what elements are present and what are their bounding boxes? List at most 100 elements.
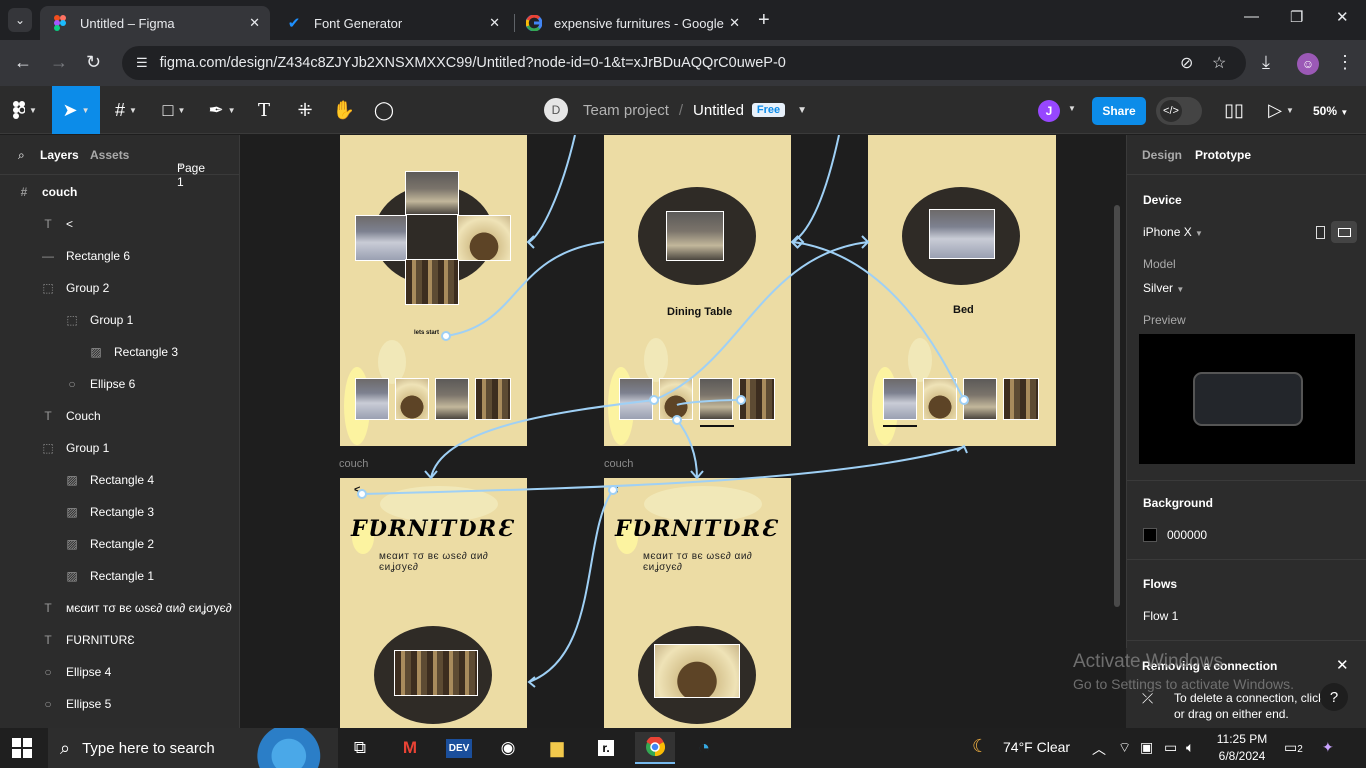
frame-tool-button[interactable]: # ▼ [106,86,146,134]
edge-icon[interactable]: ◔ [684,732,724,764]
layer-row[interactable]: # couch [0,176,240,208]
notification-icon[interactable]: ▭2 [1284,739,1303,756]
forward-arrow-icon[interactable]: → [50,52,68,72]
checkmark-favicon-icon: ✔ [287,15,301,32]
weather-text[interactable]: 74°F Clear [1003,739,1070,755]
layer-row[interactable]: ⬚ Group 2 [0,272,240,304]
windows-start-icon[interactable] [12,738,32,758]
weather-moon-icon[interactable]: ☾ [972,736,988,757]
download-icon[interactable]: ⤓ [1262,52,1270,72]
tab-assets[interactable]: Assets [90,148,129,162]
present-play-icon[interactable]: ▷ ▼ [1266,86,1296,134]
tab-font-generator[interactable]: ✔ Font Generator ✕ [274,6,510,40]
background-hex[interactable]: 000000 [1167,528,1207,542]
pen-tool-button[interactable]: ✒ ▼ [202,86,242,134]
layer-row[interactable]: ○ Ellipse 4 [0,656,240,688]
connection-line [792,135,840,243]
chevron-down-icon[interactable]: ▼ [1068,104,1076,113]
layer-row[interactable]: T Couch [0,400,240,432]
help-button[interactable]: ? [1320,683,1348,711]
device-select[interactable]: iPhone X ▼ [1143,225,1203,239]
clock[interactable]: 11:25 PM 6/8/2024 [1214,731,1270,765]
dev-app-icon[interactable]: DEV [439,732,479,764]
app-r-icon[interactable]: r. [586,732,626,764]
figma-main-menu-button[interactable]: ▼ [0,86,50,134]
close-tab-icon[interactable]: ✕ [249,15,260,31]
copilot-icon[interactable]: ✦ [1322,739,1334,756]
tab-figma[interactable]: Untitled – Figma ✕ [40,6,270,40]
frame-hash-icon: # [115,99,126,120]
phone-mockup [1193,372,1303,426]
tab-prototype[interactable]: Prototype [1195,148,1251,162]
file-name[interactable]: Untitled [693,102,744,119]
new-tab-plus-icon[interactable]: + [758,10,770,30]
layer-name: Ellipse 5 [66,697,112,711]
zoom-dropdown[interactable]: 50% ▼ [1313,104,1348,118]
url-bar[interactable]: ☰ figma.com/design/Z434c8ZJYJb2XNSXMXXC9… [122,46,1246,80]
window-close-icon[interactable]: ✕ [1336,8,1349,26]
layer-row[interactable]: ▨ Rectangle 1 [0,560,240,592]
layer-row[interactable]: — Rectangle 6 [0,240,240,272]
chrome-menu-icon[interactable]: ⋮ [1336,52,1354,72]
hand-tool-button[interactable]: ✋ [330,86,358,134]
tab-layers[interactable]: Layers [40,148,79,162]
site-settings-icon[interactable]: ☰ [136,55,148,71]
file-title-area[interactable]: D Team project / Untitled Free ▼ [544,98,807,122]
close-tab-icon[interactable]: ✕ [489,15,500,31]
layer-row[interactable]: Tмєαит тσ вє ωѕє∂ αи∂ єиʝσує∂ [0,592,240,624]
design-canvas[interactable]: lets start Dining Table Bed couch couch [241,135,1126,728]
tab-design[interactable]: Design [1142,148,1182,162]
back-arrow-icon[interactable]: ← [14,52,32,72]
volume-icon[interactable]: 🔈︎ [1186,739,1194,756]
dev-mode-toggle[interactable]: </> [1156,97,1202,125]
restore-icon[interactable]: ❐ [1290,8,1303,26]
model-select[interactable]: Silver ▼ [1143,281,1184,295]
comment-tool-button[interactable]: ◯ [370,86,398,134]
search-icon[interactable]: ⌕ [18,148,25,163]
move-tool-button[interactable]: ➤ ▼ [52,86,100,134]
layer-row[interactable]: ▨ Rectangle 3 [0,496,240,528]
close-tab-icon[interactable]: ✕ [729,15,740,31]
meet-icon[interactable]: ▣ [1140,739,1153,756]
canvas-scrollbar[interactable] [1114,205,1120,607]
resources-tool-button[interactable]: ⁜ [290,86,320,134]
library-book-icon[interactable]: ▯▯ [1222,86,1246,134]
landscape-toggle[interactable] [1331,221,1357,243]
battery-icon[interactable]: ▭ [1164,739,1177,756]
install-app-icon[interactable]: ⊘ [1180,53,1193,73]
layer-row[interactable]: T FƲRNITƲRƐ [0,624,240,656]
layer-row[interactable]: ⬚ Group 1 [0,304,240,336]
connection-handle [672,415,682,425]
github-icon[interactable]: ◉ [488,732,528,764]
task-view-icon[interactable]: ⧉ [340,732,380,764]
layer-row[interactable]: ○ Ellipse 6 [0,368,240,400]
layer-row[interactable]: ▨ Rectangle 4 [0,464,240,496]
team-name[interactable]: Team project [583,102,669,119]
gmail-icon[interactable]: M [390,732,430,764]
taskbar-search-box[interactable]: ⌕ Type here to search [48,728,338,768]
profile-avatar[interactable]: ☺ [1297,53,1319,75]
chevron-down-icon[interactable]: ▼ [797,105,807,116]
flow-item[interactable]: Flow 1 [1143,609,1178,623]
bookmark-star-icon[interactable]: ☆ [1212,53,1226,73]
text-tool-button[interactable]: T [250,86,278,134]
file-explorer-icon[interactable]: ▆ [537,732,577,764]
portrait-toggle[interactable] [1307,221,1333,243]
layer-row[interactable]: ▨ Rectangle 3 [0,336,240,368]
show-hidden-icons[interactable]: ︿ [1092,739,1106,759]
layer-row[interactable]: ○ Ellipse 5 [0,688,240,720]
minimize-icon[interactable]: — [1244,8,1259,25]
reload-icon[interactable]: ↻ [86,52,101,72]
background-color-swatch[interactable] [1143,528,1157,542]
network-icon[interactable]: ⌔ [1118,739,1131,757]
user-avatar[interactable]: J [1038,100,1060,122]
share-button[interactable]: Share [1092,97,1146,125]
layer-row[interactable]: ▨ Rectangle 2 [0,528,240,560]
layer-row[interactable]: T < [0,208,240,240]
layer-row[interactable]: ⬚ Group 1 [0,432,240,464]
tab-google-search[interactable]: expensive furnitures - Google S ✕ [514,6,750,40]
shape-tool-button[interactable]: □ ▼ [154,86,194,134]
chrome-icon[interactable] [635,732,675,764]
close-icon[interactable]: ✕ [1336,656,1349,674]
tab-search-chevron-icon[interactable]: ⌄ [8,8,32,32]
